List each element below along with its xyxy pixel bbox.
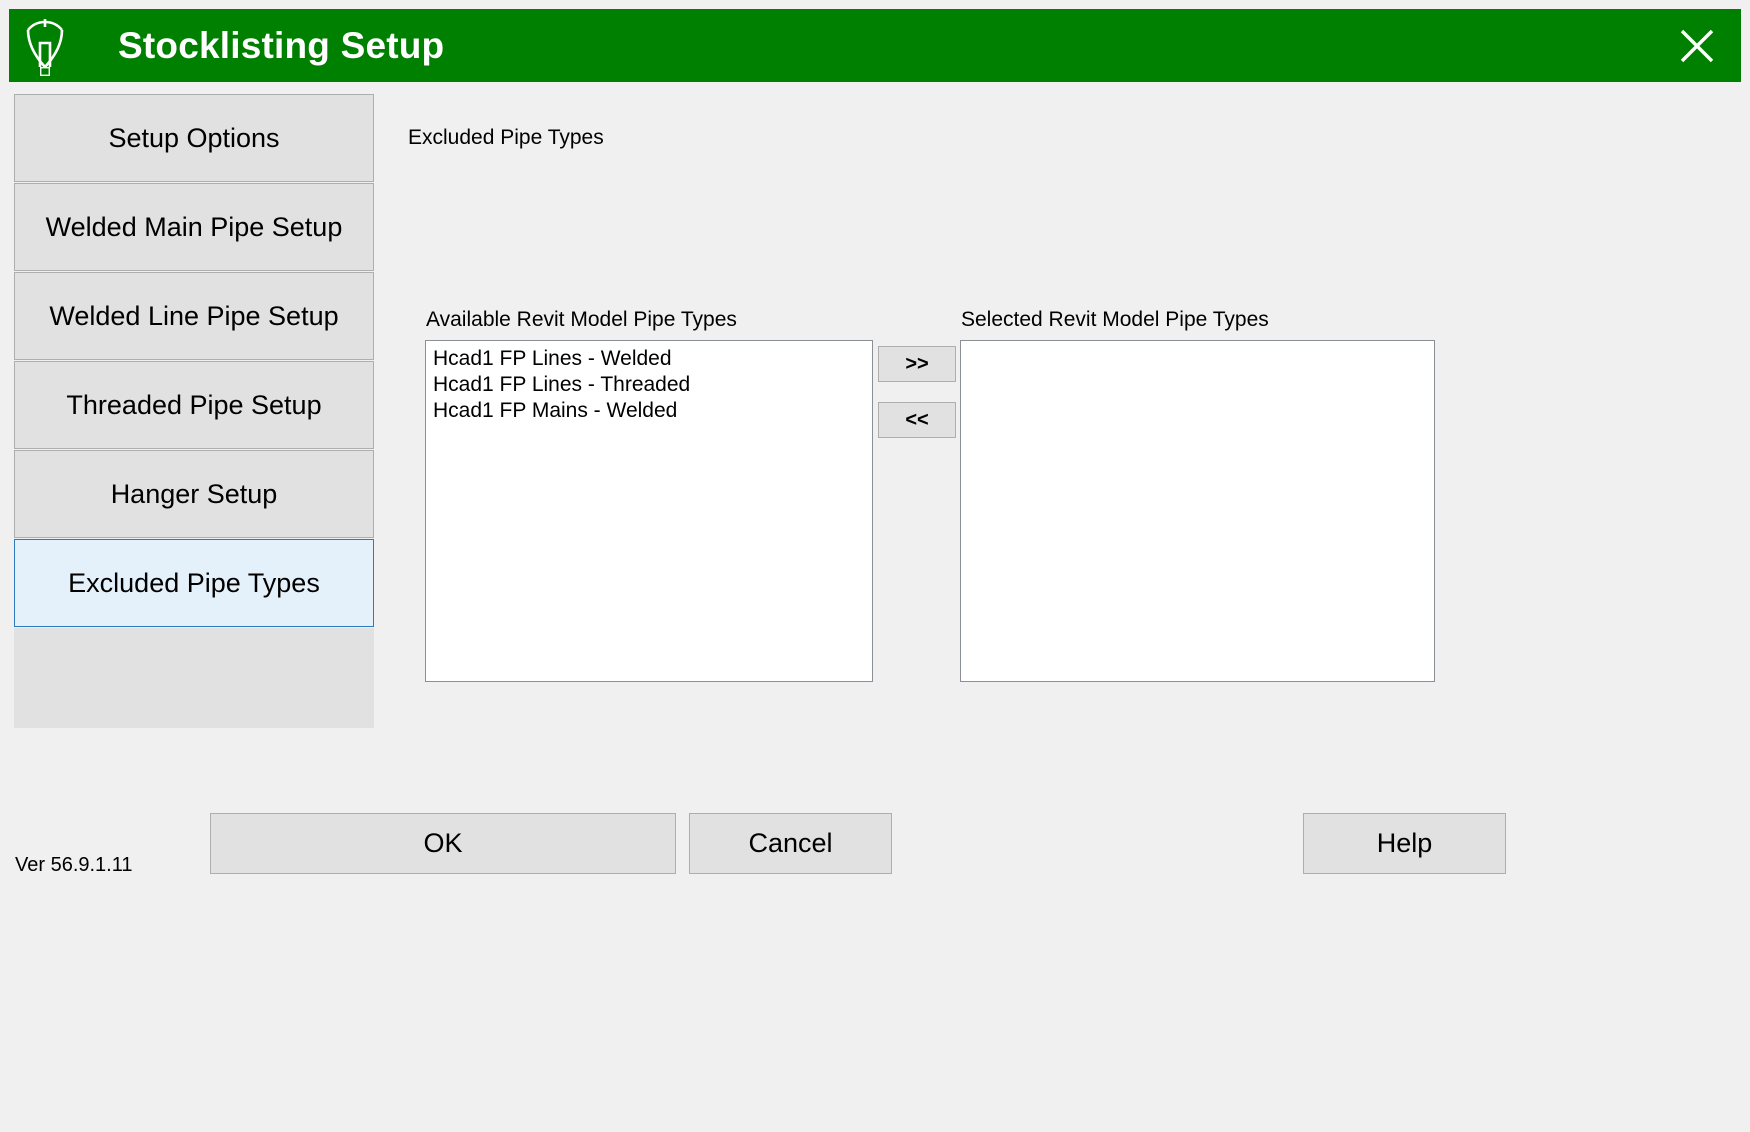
selected-pipe-types-listbox[interactable]	[960, 340, 1435, 682]
sidebar: Setup Options Welded Main Pipe Setup Wel…	[14, 94, 374, 728]
sidebar-item-label: Welded Line Pipe Setup	[49, 300, 339, 331]
sidebar-item-label: Excluded Pipe Types	[68, 567, 320, 598]
sidebar-item-setup-options[interactable]: Setup Options	[14, 94, 374, 182]
sidebar-item-excluded-pipe-types[interactable]: Excluded Pipe Types	[14, 539, 374, 627]
sprinkler-head-logo-icon	[17, 9, 73, 82]
move-right-button[interactable]: >>	[878, 346, 956, 382]
sidebar-item-welded-line-pipe-setup[interactable]: Welded Line Pipe Setup	[14, 272, 374, 360]
list-item[interactable]: Hcad1 FP Lines - Welded	[426, 346, 872, 372]
available-list-label: Available Revit Model Pipe Types	[426, 308, 737, 331]
selected-list-label: Selected Revit Model Pipe Types	[961, 308, 1269, 331]
title-bar: Stocklisting Setup	[9, 9, 1741, 82]
sidebar-item-label: Hanger Setup	[110, 478, 278, 509]
sidebar-item-label: Welded Main Pipe Setup	[45, 211, 343, 242]
version-label: Ver 56.9.1.11	[15, 854, 133, 876]
window-title: Stocklisting Setup	[118, 24, 445, 66]
sidebar-item-label: Threaded Pipe Setup	[66, 389, 322, 420]
sidebar-item-threaded-pipe-setup[interactable]: Threaded Pipe Setup	[14, 361, 374, 449]
close-icon[interactable]	[1671, 20, 1723, 72]
page-title: Excluded Pipe Types	[408, 126, 604, 149]
sidebar-filler	[14, 628, 374, 728]
move-left-button[interactable]: <<	[878, 402, 956, 438]
list-item[interactable]: Hcad1 FP Lines - Threaded	[426, 372, 872, 398]
cancel-button[interactable]: Cancel	[689, 813, 892, 874]
available-pipe-types-listbox[interactable]: Hcad1 FP Lines - Welded Hcad1 FP Lines -…	[425, 340, 873, 682]
sidebar-item-welded-main-pipe-setup[interactable]: Welded Main Pipe Setup	[14, 183, 374, 271]
list-item[interactable]: Hcad1 FP Mains - Welded	[426, 398, 872, 424]
help-button[interactable]: Help	[1303, 813, 1506, 874]
sidebar-item-hanger-setup[interactable]: Hanger Setup	[14, 450, 374, 538]
sidebar-item-label: Setup Options	[108, 122, 280, 153]
ok-button[interactable]: OK	[210, 813, 676, 874]
stocklisting-setup-window: Stocklisting Setup Setup Options Welded …	[9, 9, 1741, 1123]
